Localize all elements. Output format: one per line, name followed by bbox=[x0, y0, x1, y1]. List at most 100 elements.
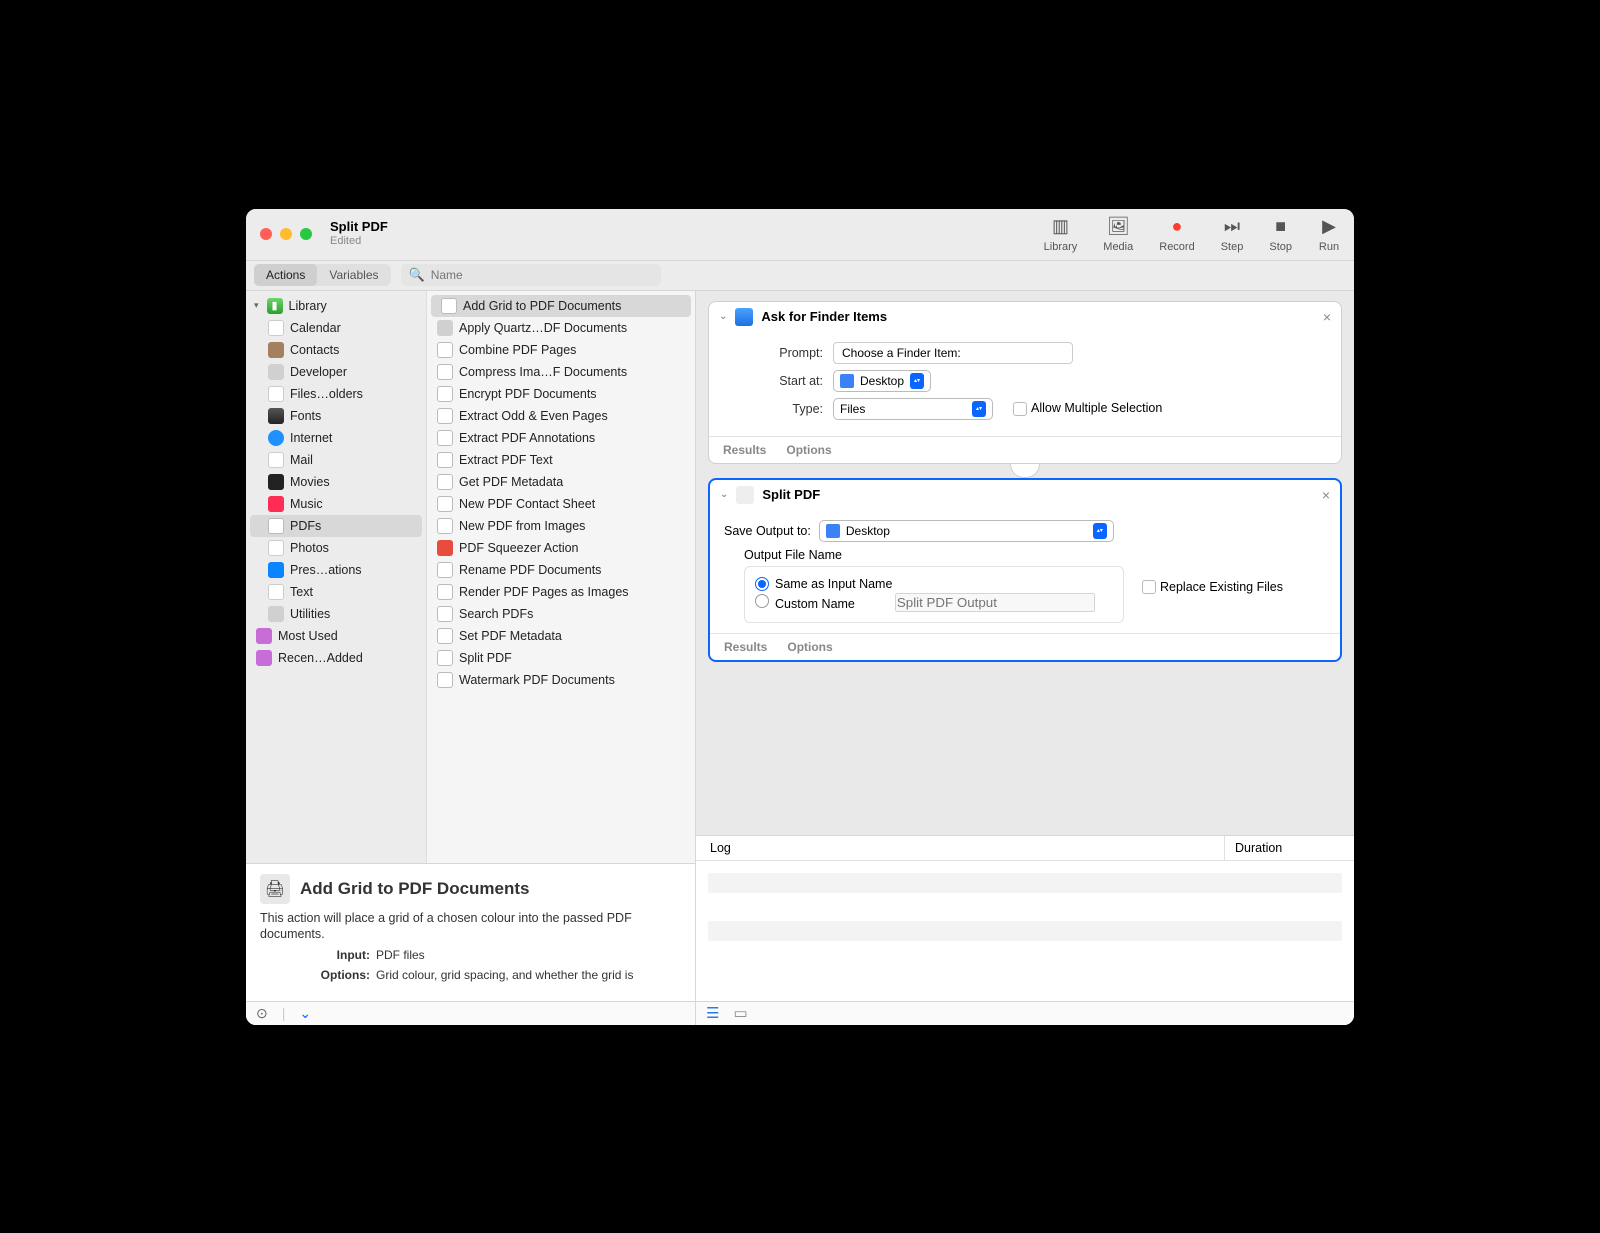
action-item[interactable]: Rename PDF Documents bbox=[427, 559, 695, 581]
smart-folder-most-used[interactable]: Most Used bbox=[246, 625, 426, 647]
category-icon bbox=[268, 364, 284, 380]
action-item[interactable]: Extract PDF Text bbox=[427, 449, 695, 471]
document-title: Split PDF bbox=[330, 220, 388, 235]
action-item[interactable]: Split PDF bbox=[427, 647, 695, 669]
start-at-select[interactable]: Desktop ▴▾ bbox=[833, 370, 931, 392]
stop-button[interactable]: ■Stop bbox=[1269, 216, 1292, 253]
category-pdfs[interactable]: PDFs bbox=[250, 515, 422, 537]
search-field[interactable]: 🔍 bbox=[401, 264, 661, 286]
category-developer[interactable]: Developer bbox=[246, 361, 426, 383]
duration-col-label[interactable]: Duration bbox=[1224, 836, 1354, 860]
record-button[interactable]: ●Record bbox=[1159, 216, 1194, 253]
replace-existing-checkbox[interactable]: Replace Existing Files bbox=[1142, 580, 1283, 595]
action-item[interactable]: Render PDF Pages as Images bbox=[427, 581, 695, 603]
action-item[interactable]: Watermark PDF Documents bbox=[427, 669, 695, 691]
select-arrows-icon: ▴▾ bbox=[910, 373, 924, 389]
action-item[interactable]: Extract PDF Annotations bbox=[427, 427, 695, 449]
step-disclosure-icon[interactable]: ⌄ bbox=[719, 311, 727, 322]
action-item[interactable]: Encrypt PDF Documents bbox=[427, 383, 695, 405]
category-text[interactable]: Text bbox=[246, 581, 426, 603]
category-icon bbox=[268, 342, 284, 358]
step-results-button[interactable]: Results bbox=[723, 443, 766, 457]
minimize-window-button[interactable] bbox=[280, 228, 292, 240]
library-column: ▾ ▮ Library CalendarContactsDeveloperFil… bbox=[246, 291, 696, 1025]
action-item[interactable]: Add Grid to PDF Documents bbox=[431, 295, 691, 317]
category-music[interactable]: Music bbox=[246, 493, 426, 515]
log-col-label[interactable]: Log bbox=[696, 836, 1224, 860]
step-options-button[interactable]: Options bbox=[787, 640, 832, 654]
custom-name-radio[interactable]: Custom Name bbox=[755, 594, 855, 611]
action-item[interactable]: Set PDF Metadata bbox=[427, 625, 695, 647]
library-button[interactable]: ▥Library bbox=[1044, 216, 1078, 253]
grid-view-icon[interactable]: ▭ bbox=[733, 1004, 747, 1022]
action-list: Add Grid to PDF Documents Apply Quartz…DF… bbox=[426, 291, 695, 863]
expand-icon[interactable]: ⌄ bbox=[299, 1005, 311, 1022]
action-label: Apply Quartz…DF Documents bbox=[459, 321, 627, 335]
category-calendar[interactable]: Calendar bbox=[246, 317, 426, 339]
list-view-icon[interactable]: ☰ bbox=[706, 1004, 719, 1022]
category-label: Fonts bbox=[290, 409, 321, 423]
action-item[interactable]: Search PDFs bbox=[427, 603, 695, 625]
smart-folder-recen-added[interactable]: Recen…Added bbox=[246, 647, 426, 669]
category-utilities[interactable]: Utilities bbox=[246, 603, 426, 625]
smart-folder-label: Most Used bbox=[278, 629, 338, 643]
tab-variables[interactable]: Variables bbox=[317, 264, 390, 286]
finder-icon bbox=[735, 308, 753, 326]
action-label: Add Grid to PDF Documents bbox=[463, 299, 621, 313]
media-button[interactable]: 🖼Media bbox=[1103, 216, 1133, 253]
category-icon bbox=[268, 408, 284, 424]
type-select[interactable]: Files ▴▾ bbox=[833, 398, 993, 420]
category-contacts[interactable]: Contacts bbox=[246, 339, 426, 361]
automator-window: Split PDF Edited ▥Library 🖼Media ●Record ⏭S… bbox=[246, 209, 1354, 1025]
workflow-step-split-pdf[interactable]: ⌄ Split PDF × Save Output to: Desktop ▴▾ bbox=[708, 478, 1342, 662]
tab-actions[interactable]: Actions bbox=[254, 264, 317, 286]
action-icon bbox=[437, 650, 453, 666]
action-icon bbox=[437, 408, 453, 424]
action-item[interactable]: Compress Ima…F Documents bbox=[427, 361, 695, 383]
step-options-button[interactable]: Options bbox=[786, 443, 831, 457]
close-window-button[interactable] bbox=[260, 228, 272, 240]
same-name-radio[interactable]: Same as Input Name bbox=[755, 577, 892, 591]
disclosure-triangle-icon[interactable]: ▾ bbox=[254, 300, 259, 311]
search-input[interactable] bbox=[431, 268, 653, 282]
category-photos[interactable]: Photos bbox=[246, 537, 426, 559]
workflow-step-ask-finder[interactable]: ⌄ Ask for Finder Items × Prompt: Choose … bbox=[708, 301, 1342, 464]
step-results-button[interactable]: Results bbox=[724, 640, 767, 654]
step-close-button[interactable]: × bbox=[1322, 487, 1330, 503]
category-internet[interactable]: Internet bbox=[246, 427, 426, 449]
prompt-field[interactable]: Choose a Finder Item: bbox=[833, 342, 1073, 364]
library-root-label: Library bbox=[289, 299, 327, 313]
action-icon bbox=[437, 364, 453, 380]
workflow-canvas[interactable]: ⌄ Ask for Finder Items × Prompt: Choose … bbox=[696, 291, 1354, 835]
category-fonts[interactable]: Fonts bbox=[246, 405, 426, 427]
action-label: Render PDF Pages as Images bbox=[459, 585, 629, 599]
action-item[interactable]: PDF Squeezer Action bbox=[427, 537, 695, 559]
action-item[interactable]: Apply Quartz…DF Documents bbox=[427, 317, 695, 339]
category-label: Movies bbox=[290, 475, 330, 489]
category-mail[interactable]: Mail bbox=[246, 449, 426, 471]
allow-multiple-checkbox[interactable]: Allow Multiple Selection bbox=[1013, 401, 1162, 416]
library-root[interactable]: ▾ ▮ Library bbox=[246, 295, 426, 317]
document-status: Edited bbox=[330, 235, 388, 248]
step-disclosure-icon[interactable]: ⌄ bbox=[720, 489, 728, 500]
action-item[interactable]: Extract Odd & Even Pages bbox=[427, 405, 695, 427]
action-item[interactable]: Combine PDF Pages bbox=[427, 339, 695, 361]
action-item[interactable]: Get PDF Metadata bbox=[427, 471, 695, 493]
category-movies[interactable]: Movies bbox=[246, 471, 426, 493]
action-item[interactable]: New PDF Contact Sheet bbox=[427, 493, 695, 515]
category-pres-ations[interactable]: Pres…ations bbox=[246, 559, 426, 581]
category-icon bbox=[268, 386, 284, 402]
run-button[interactable]: ▶Run bbox=[1318, 216, 1340, 253]
action-item[interactable]: New PDF from Images bbox=[427, 515, 695, 537]
category-icon bbox=[268, 452, 284, 468]
output-filename-label: Output File Name bbox=[744, 548, 1326, 562]
action-label: Get PDF Metadata bbox=[459, 475, 563, 489]
category-files-olders[interactable]: Files…olders bbox=[246, 383, 426, 405]
step-button[interactable]: ⏭Step bbox=[1221, 216, 1244, 253]
overflow-icon[interactable]: ⊙ bbox=[256, 1005, 268, 1022]
category-icon bbox=[268, 584, 284, 600]
zoom-window-button[interactable] bbox=[300, 228, 312, 240]
step-close-button[interactable]: × bbox=[1323, 309, 1331, 325]
save-output-select[interactable]: Desktop ▴▾ bbox=[819, 520, 1114, 542]
action-label: Rename PDF Documents bbox=[459, 563, 601, 577]
